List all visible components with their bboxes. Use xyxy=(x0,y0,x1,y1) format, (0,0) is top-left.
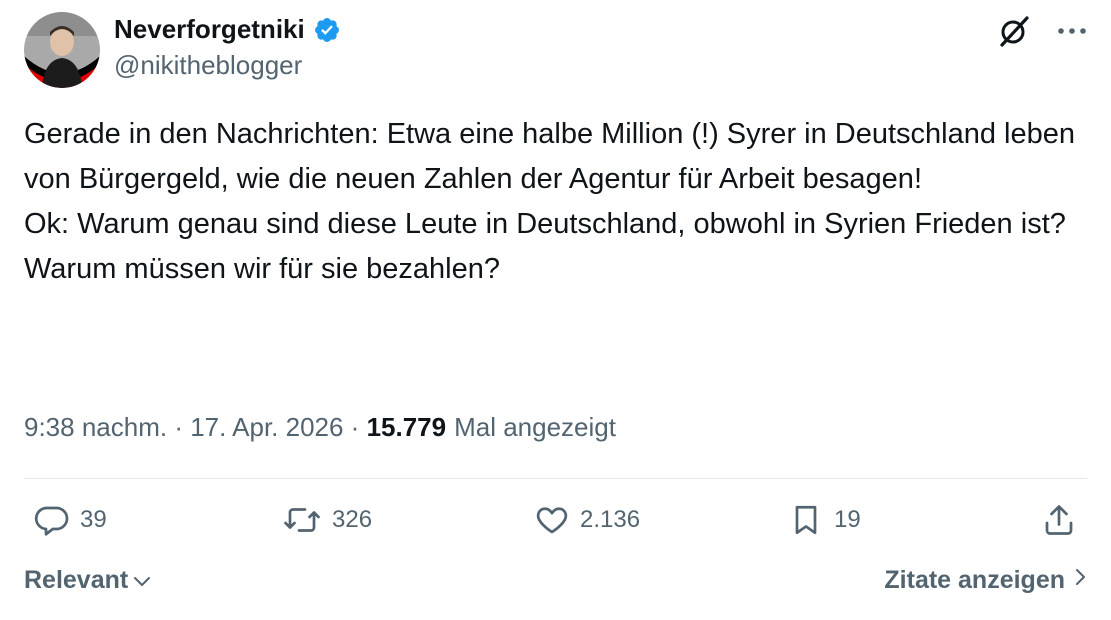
meta-separator: · xyxy=(167,412,191,442)
quotes-label: Zitate anzeigen xyxy=(884,566,1065,594)
reply-controls: Relevant Zitate anzeigen xyxy=(24,566,1087,602)
reply-button[interactable]: 39 xyxy=(34,502,107,538)
reply-count: 39 xyxy=(80,506,107,533)
sort-label: Relevant xyxy=(24,566,129,594)
repost-button[interactable]: 326 xyxy=(282,502,372,538)
divider xyxy=(24,478,1087,479)
tweet-date[interactable]: 17. Apr. 2026 xyxy=(190,412,343,443)
bookmark-count: 19 xyxy=(834,506,861,533)
meta-separator: · xyxy=(343,412,367,442)
more-options-icon[interactable] xyxy=(1057,26,1087,36)
repost-count: 326 xyxy=(332,506,373,533)
views-count[interactable]: 15.779 xyxy=(367,412,447,443)
views-label: Mal angezeigt xyxy=(454,412,616,442)
sort-dropdown[interactable]: Relevant xyxy=(24,566,152,595)
chevron-down-icon xyxy=(132,566,152,595)
like-button[interactable]: 2.136 xyxy=(534,502,640,538)
repost-icon xyxy=(282,502,322,538)
verified-badge-icon[interactable] xyxy=(313,16,341,44)
author-name-row: Neverforgetniki xyxy=(114,14,341,45)
share-button[interactable] xyxy=(1041,502,1077,538)
heart-icon xyxy=(534,502,570,538)
avatar[interactable] xyxy=(24,12,100,88)
action-bar: 39 326 2.136 19 xyxy=(24,502,1087,548)
reply-icon xyxy=(34,502,70,538)
tweet-top-actions xyxy=(997,14,1087,48)
share-icon xyxy=(1041,502,1077,538)
grok-icon[interactable] xyxy=(997,14,1031,48)
bookmark-button[interactable]: 19 xyxy=(788,502,861,538)
view-quotes-link[interactable]: Zitate anzeigen xyxy=(884,566,1087,595)
tweet-time[interactable]: 9:38 nachm. xyxy=(24,412,167,443)
like-count: 2.136 xyxy=(580,506,641,533)
tweet-text: Gerade in den Nachrichten: Etwa eine hal… xyxy=(24,118,1076,285)
author-handle[interactable]: @nikitheblogger xyxy=(114,50,302,81)
bookmark-icon xyxy=(788,502,824,538)
chevron-right-icon xyxy=(1073,566,1087,595)
author-display-name[interactable]: Neverforgetniki xyxy=(114,14,305,45)
tweet-meta: 9:38 nachm. · 17. Apr. 2026 · 15.779 Mal… xyxy=(24,412,616,443)
